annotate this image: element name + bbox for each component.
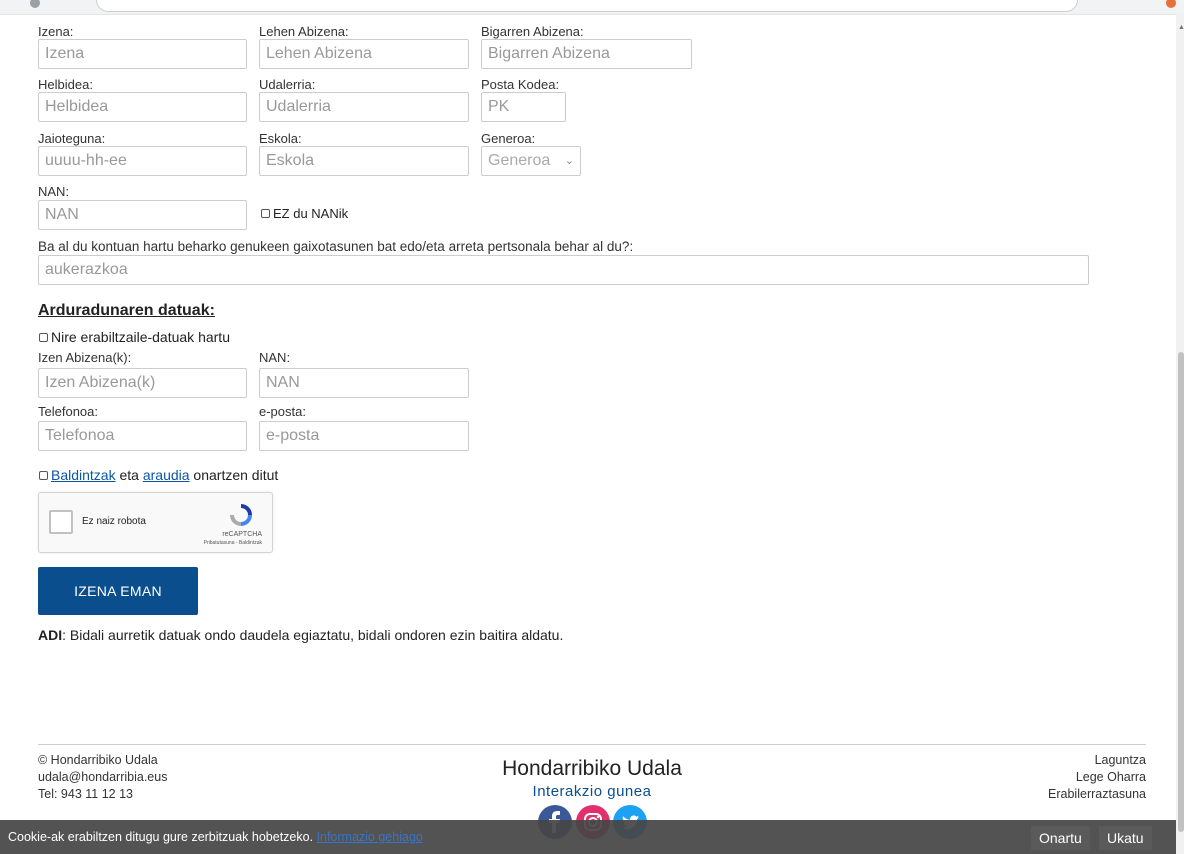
arduraduna-nan-input[interactable]: NAN (259, 368, 469, 398)
eskola-label: Eskola: (259, 131, 302, 146)
cookie-message: Cookie-ak erabiltzen ditugu gure zerbitz… (8, 830, 314, 844)
izena-input[interactable]: Izena (38, 39, 247, 69)
own-data-label: Nire erabiltzaile-datuak hartu (51, 329, 230, 345)
jaioteguna-input[interactable]: uuuu-hh-ee (38, 146, 247, 176)
notice-text: ADI: Bidali aurretik datuak ondo daudela… (38, 627, 563, 643)
arduraduna-nan-label: NAN: (259, 350, 291, 365)
terms-middle-text: eta (115, 467, 143, 483)
eposta-input[interactable]: e-posta (259, 421, 469, 451)
terms-label: Baldintzak eta araudia onartzen ditut (51, 467, 278, 483)
ez-nan-label: EZ du NANik (273, 206, 349, 221)
cookie-more-info-link[interactable]: Informazio gehiago (317, 830, 423, 844)
udalerria-label: Udalerria: (259, 77, 316, 92)
posta-kodea-input[interactable]: PK (481, 92, 566, 122)
lehen-abizena-input[interactable]: Lehen Abizena (259, 39, 469, 69)
posta-kodea-label: Posta Kodea: (481, 77, 560, 92)
cookie-text: Cookie-ak erabiltzen ditugu gure zerbitz… (8, 830, 423, 844)
recaptcha-brand: reCAPTCHA (222, 531, 262, 538)
izena-label: Izena: (38, 24, 74, 39)
recaptcha-widget: Ez naiz robota reCAPTCHA Pribatutasuna -… (38, 492, 273, 553)
eskola-input[interactable]: Eskola (259, 146, 469, 176)
baldintzak-link[interactable]: Baldintzak (51, 467, 116, 483)
izen-abizenak-label: Izen Abizena(k): (38, 350, 132, 365)
footer-link-lege-oharra[interactable]: Lege Oharra (1076, 769, 1146, 786)
terms-suffix-text: onartzen ditut (189, 467, 279, 483)
recaptcha-terms[interactable]: Pribatutasuna - Baldintzak (204, 540, 262, 546)
jaioteguna-label: Jaioteguna: (38, 131, 106, 146)
scroll-up-arrow-icon[interactable]: ▲ (1178, 24, 1184, 31)
helbidea-input[interactable]: Helbidea (38, 92, 247, 122)
lehen-abizena-label: Lehen Abizena: (259, 24, 349, 39)
extension-icon[interactable] (1166, 0, 1176, 8)
scrollbar-thumb[interactable] (1178, 352, 1184, 832)
bigarren-abizena-input[interactable]: Bigarren Abizena (481, 39, 692, 69)
nan-label: NAN: (38, 184, 70, 199)
araudia-link[interactable]: araudia (143, 467, 190, 483)
telefonoa-label: Telefonoa: (38, 404, 98, 419)
own-data-checkbox[interactable] (39, 333, 48, 342)
address-bar[interactable] (96, 0, 1078, 12)
footer-link-laguntza[interactable]: Laguntza (1095, 752, 1146, 769)
footer-brand-subtitle: Interakzio gunea (532, 783, 652, 800)
recaptcha-logo-icon (227, 501, 255, 532)
chevron-down-icon: ⌄ (564, 155, 574, 167)
recaptcha-label: Ez naiz robota (82, 516, 146, 527)
eposta-label: e-posta: (259, 404, 306, 419)
recaptcha-checkbox[interactable] (49, 510, 73, 534)
ez-nan-checkbox[interactable] (261, 209, 270, 218)
bigarren-abizena-label: Bigarren Abizena: (481, 24, 584, 39)
nan-input[interactable]: NAN (38, 200, 247, 230)
footer-link-erabilerraztasuna[interactable]: Erabilerraztasuna (1048, 786, 1146, 803)
izen-abizenak-input[interactable]: Izen Abizena(k) (38, 368, 247, 398)
izena-eman-button[interactable]: IZENA EMAN (38, 567, 198, 615)
udalerria-input[interactable]: Udalerria (259, 92, 469, 122)
reload-icon[interactable] (30, 0, 40, 8)
gaixotasuna-input[interactable]: aukerazkoa (38, 255, 1089, 285)
cookie-reject-button[interactable]: Ukatu (1099, 826, 1152, 850)
notice-body: : Bidali aurretik datuak ondo daudela eg… (62, 627, 564, 643)
footer-divider (38, 744, 1146, 745)
footer-brand-title: Hondarribiko Udala (502, 757, 682, 780)
cookie-bar: Cookie-ak erabiltzen ditugu gure zerbitz… (0, 820, 1176, 854)
generoa-label: Generoa: (481, 131, 536, 146)
terms-checkbox[interactable] (39, 471, 48, 480)
cookie-accept-button[interactable]: Onartu (1031, 826, 1090, 850)
browser-toolbar (0, 0, 1184, 15)
telefonoa-input[interactable]: Telefonoa (38, 421, 247, 451)
helbidea-label: Helbidea: (38, 77, 93, 92)
generoa-select[interactable]: Generoa ⌄ (481, 146, 581, 176)
arduraduna-section-title: Arduradunaren datuak: (38, 302, 215, 319)
gaixotasuna-label: Ba al du kontuan hartu beharko genukeen … (38, 239, 634, 254)
notice-bold: ADI (38, 627, 63, 643)
generoa-selected-value: Generoa (488, 152, 551, 169)
